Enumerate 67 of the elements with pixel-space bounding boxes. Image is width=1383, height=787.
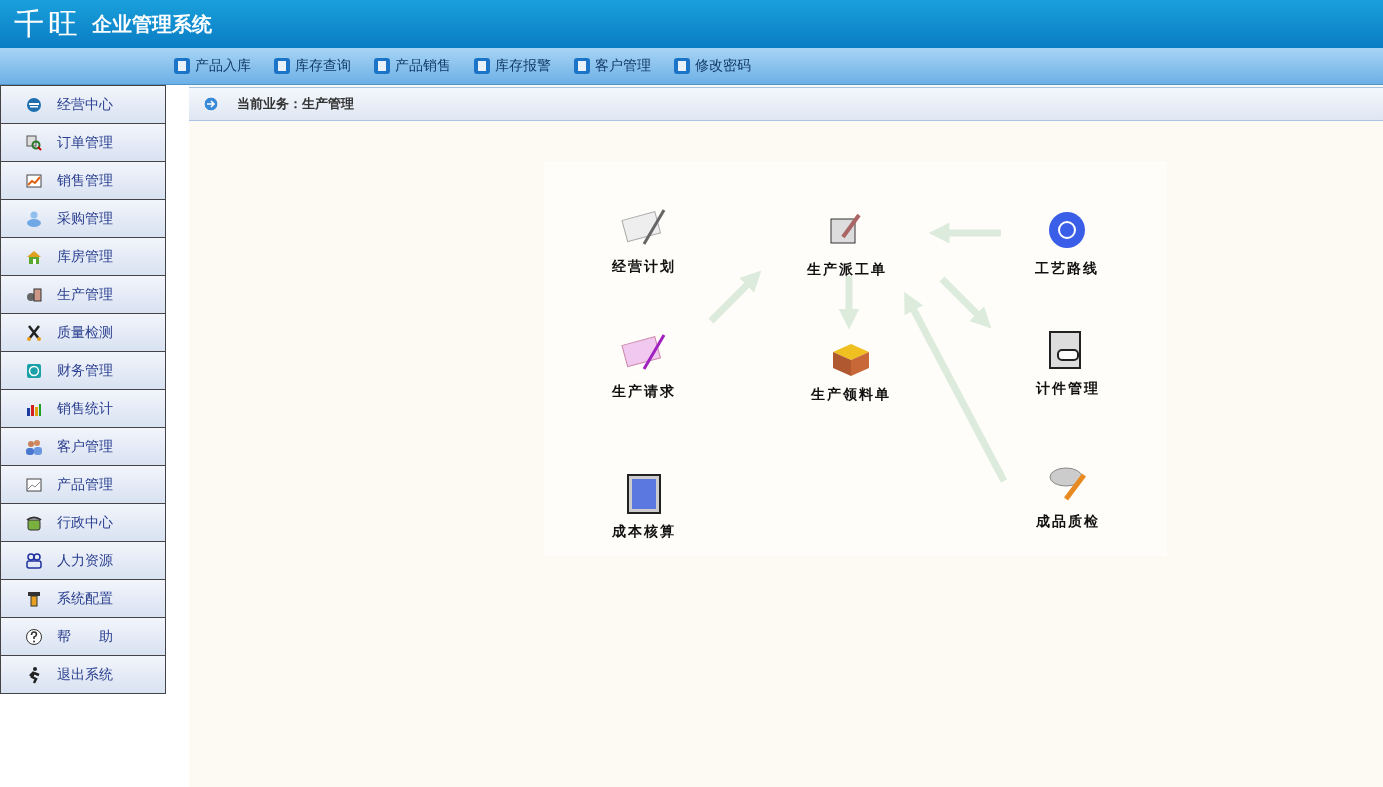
line-chart-icon <box>25 475 43 494</box>
sidebar-label: 订单管理 <box>57 133 113 152</box>
diagram-node[interactable]: 工艺路线 <box>1035 208 1099 278</box>
sidebar-label: 经营中心 <box>57 95 113 114</box>
system-title: 企业管理系统 <box>92 10 212 38</box>
diagram-node[interactable]: 生产请求 <box>612 331 676 401</box>
sidebar-label: 客户管理 <box>57 437 113 456</box>
node-label: 成本核算 <box>612 523 676 541</box>
disc-icon <box>25 95 43 114</box>
sidebar-label: 产品管理 <box>57 475 113 494</box>
sidebar-item[interactable]: 生产管理 <box>0 276 166 314</box>
sidebar-label: 行政中心 <box>57 513 113 532</box>
toolbar-link[interactable]: 产品入库 <box>173 57 251 75</box>
sidebar-item[interactable]: 订单管理 <box>0 124 166 162</box>
sidebar-item[interactable]: 财务管理 <box>0 352 166 390</box>
diagram-node[interactable]: 计件管理 <box>1036 328 1100 398</box>
sidebar-item[interactable]: 库房管理 <box>0 238 166 276</box>
sidebar-label: 销售管理 <box>57 171 113 190</box>
sidebar-item[interactable]: 经营中心 <box>0 85 166 124</box>
sidebar-label: 采购管理 <box>57 209 113 228</box>
sidebar-item[interactable]: 销售管理 <box>0 162 166 200</box>
sidebar-label: 帮 助 <box>57 627 113 646</box>
sidebar-label: 库房管理 <box>57 247 113 266</box>
sidebar-item[interactable]: 客户管理 <box>0 428 166 466</box>
toolbar-link[interactable]: 修改密码 <box>673 57 751 75</box>
sidebar-label: 生产管理 <box>57 285 113 304</box>
diagram-node[interactable]: 生产领料单 <box>811 334 891 404</box>
node-label: 经营计划 <box>612 258 676 276</box>
sidebar-label: 财务管理 <box>57 361 113 380</box>
diagram-node[interactable]: 成本核算 <box>612 471 676 541</box>
sidebar-label: 人力资源 <box>57 551 113 570</box>
sidebar-item[interactable]: 产品管理 <box>0 466 166 504</box>
toolbar-link[interactable]: 库存报警 <box>473 57 551 75</box>
arrow-right-icon <box>203 96 219 112</box>
breadcrumb-text: 当前业务：生产管理 <box>237 95 354 113</box>
sidebar-item[interactable]: 退出系统 <box>0 656 166 694</box>
node-label: 工艺路线 <box>1035 260 1099 278</box>
sidebar-item[interactable]: 销售统计 <box>0 390 166 428</box>
chart-icon <box>25 171 43 190</box>
node-label: 生产领料单 <box>811 386 891 404</box>
flow-arrow <box>838 276 860 330</box>
scissors-icon <box>25 323 43 342</box>
flow-arrow <box>708 270 762 324</box>
node-label: 生产请求 <box>612 383 676 401</box>
sidebar-item[interactable]: 质量检测 <box>0 314 166 352</box>
diagram-node[interactable]: 生产派工单 <box>807 209 887 279</box>
magnifier-icon <box>25 133 43 152</box>
sidebar-label: 质量检测 <box>57 323 113 342</box>
logo-text: 千旺 <box>14 4 82 43</box>
sidebar-item[interactable]: 系统配置 <box>0 580 166 618</box>
help-icon <box>25 627 43 646</box>
toolbar-link[interactable]: 产品销售 <box>373 57 451 75</box>
toolbar-link[interactable]: 客户管理 <box>573 57 651 75</box>
sidebar-label: 系统配置 <box>57 589 113 608</box>
sidebar-item[interactable]: 人力资源 <box>0 542 166 580</box>
sidebar-label: 销售统计 <box>57 399 113 418</box>
node-label: 成品质检 <box>1036 513 1100 531</box>
sidebar-item[interactable]: 帮 助 <box>0 618 166 656</box>
sidebar-item[interactable]: 采购管理 <box>0 200 166 238</box>
diagram-node[interactable]: 成品质检 <box>1036 461 1100 531</box>
node-label: 生产派工单 <box>807 261 887 279</box>
sidebar-item[interactable]: 行政中心 <box>0 504 166 542</box>
sidebar-label: 退出系统 <box>57 665 113 684</box>
node-label: 计件管理 <box>1036 380 1100 398</box>
users-icon <box>25 437 43 456</box>
diagram-node[interactable]: 经营计划 <box>612 206 676 276</box>
toolbar-link[interactable]: 库存查询 <box>273 57 351 75</box>
